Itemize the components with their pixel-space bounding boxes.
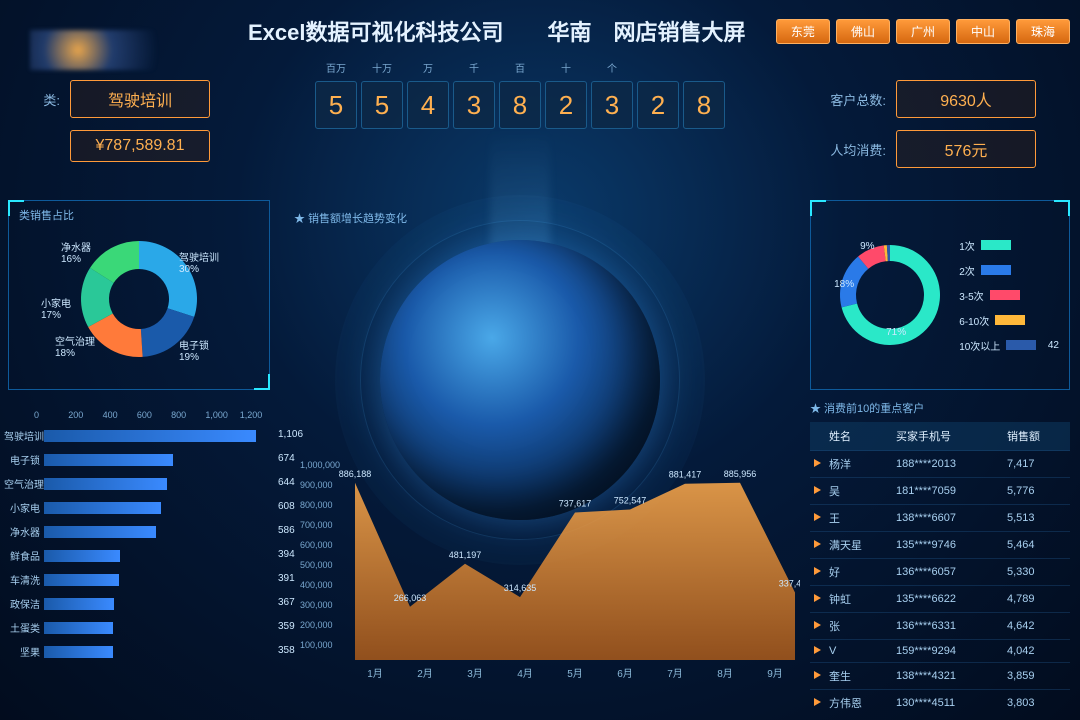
donut-chart-1: 驾驶培训30%电子锁19%空气治理18%小家电17%净水器16% [69,229,209,369]
top-customers-panel: ★ 消费前10的重点客户 姓名买家手机号销售额杨洋188****20137,41… [810,400,1070,710]
right-kpi-panel: 客户总数: 9630人人均消费: 576元 [826,80,1066,180]
table-row: 奎生138****43213,859 [810,663,1070,690]
hbar-row: 政保洁367 [4,596,274,611]
legend-item: 6-10次 [959,313,1059,328]
svg-text:885,956: 885,956 [724,469,757,479]
slice-label: 小家电17% [41,295,71,321]
flag-icon [814,698,821,706]
table-row: 钟虹135****66224,789 [810,586,1070,613]
table-row: 好136****60575,330 [810,559,1070,586]
flag-icon [814,567,821,575]
flag-icon [814,594,821,602]
table-header: 买家手机号 [892,422,1003,451]
region-tabs: 东莞佛山广州中山珠海 [776,19,1070,44]
flag-icon [814,671,821,679]
table-header: 销售额 [1003,422,1070,451]
kpi-value: 576元 [896,130,1036,168]
hbar-row: 空气治理644 [4,476,274,491]
flag-icon [814,646,821,654]
kpi-value: 9630人 [896,80,1036,118]
hbar-row: 净水器586 [4,524,274,539]
region-tab[interactable]: 珠海 [1016,19,1070,44]
kpi-label: 人均消费: [826,140,886,159]
table-row: 杨洋188****20137,417 [810,451,1070,478]
table-row: 张136****63314,642 [810,613,1070,640]
legend-item: 3-5次 [959,288,1059,303]
svg-text:752,547: 752,547 [614,495,647,505]
area-chart: 1,000,000900,000800,000700,000600,000500… [300,460,800,700]
svg-text:337,483: 337,483 [779,579,800,589]
table-row: 王138****66075,513 [810,505,1070,532]
customers-table: 姓名买家手机号销售额杨洋188****20137,417吴181****7059… [810,422,1070,716]
kpi-label: 类: [10,90,60,109]
hbar-row: 小家电608 [4,500,274,515]
panel-title: 类销售占比 [9,201,269,229]
kpi-value: ¥787,589.81 [70,130,210,162]
hbar-row: 土蛋类359 [4,620,274,635]
legend-item: 2次 [959,263,1059,278]
slice-label: 空气治理18% [55,333,95,359]
table-row: 满天星135****97465,464 [810,532,1070,559]
sales-counter: 百万十万万千百十个 554382328 [280,60,760,129]
slice-label: 电子锁19% [179,337,209,363]
region-tab[interactable]: 中山 [956,19,1010,44]
hbar-row: 坚果358 [4,644,274,659]
table-row: 吴181****70595,776 [810,478,1070,505]
legend-item: 10次以上 42 [959,338,1059,353]
flag-icon [814,621,821,629]
flag-icon [814,540,821,548]
flag-icon [814,513,821,521]
table-row: 方伟恩130****45113,803 [810,690,1070,717]
kpi-label: 客户总数: [826,90,886,109]
counter-digit: 4 [407,81,449,129]
legend-item: 1次 [959,238,1059,253]
svg-text:266,063: 266,063 [394,593,427,603]
page-title: Excel数据可视化科技公司 华南 网店销售大屏 [248,15,746,47]
center-subtitle: ★ 销售额增长趋势变化 [294,210,407,226]
svg-text:886,188: 886,188 [339,469,372,479]
svg-text:481,197: 481,197 [449,550,482,560]
donut-chart-2: 71%18%9% [830,235,950,355]
hbar-chart: 02004006008001,0001,200 驾驶培训1,106电子锁674空… [4,410,274,668]
flag-icon [814,459,821,467]
hbar-row: 车清洗391 [4,572,274,587]
frequency-panel: 71%18%9% 1次 2次 3-5次 6-10次 10次以上 42 [810,200,1070,390]
region-tab[interactable]: 佛山 [836,19,890,44]
counter-digit: 2 [545,81,587,129]
hbar-row: 电子锁674 [4,452,274,467]
table-header: 姓名 [825,422,892,451]
slice-label: 净水器16% [61,239,91,265]
counter-digit: 5 [361,81,403,129]
svg-text:737,617: 737,617 [559,498,592,508]
category-share-panel: 类销售占比 驾驶培训30%电子锁19%空气治理18%小家电17%净水器16% [8,200,270,390]
donut2-legend: 1次 2次 3-5次 6-10次 10次以上 42 [959,238,1059,353]
hbar-row: 鲜食品394 [4,548,274,563]
counter-digit: 8 [683,81,725,129]
region-tab[interactable]: 东莞 [776,19,830,44]
counter-digit: 8 [499,81,541,129]
header: Excel数据可视化科技公司 华南 网店销售大屏 东莞佛山广州中山珠海 [0,16,1080,46]
table-title: ★ 消费前10的重点客户 [810,400,1070,416]
table-row: V159****92944,042 [810,640,1070,663]
kpi-value: 驾驶培训 [70,80,210,118]
slice-label: 驾驶培训30% [179,249,219,275]
region-tab[interactable]: 广州 [896,19,950,44]
flag-icon [814,486,821,494]
hbar-row: 驾驶培训1,106 [4,428,274,443]
counter-digit: 3 [453,81,495,129]
counter-digit: 5 [315,81,357,129]
svg-text:314,635: 314,635 [504,583,537,593]
counter-digit: 3 [591,81,633,129]
svg-text:881,417: 881,417 [669,470,702,480]
left-kpi-panel: 类: 驾驶培训 ¥787,589.81 [10,80,250,174]
counter-digit: 2 [637,81,679,129]
